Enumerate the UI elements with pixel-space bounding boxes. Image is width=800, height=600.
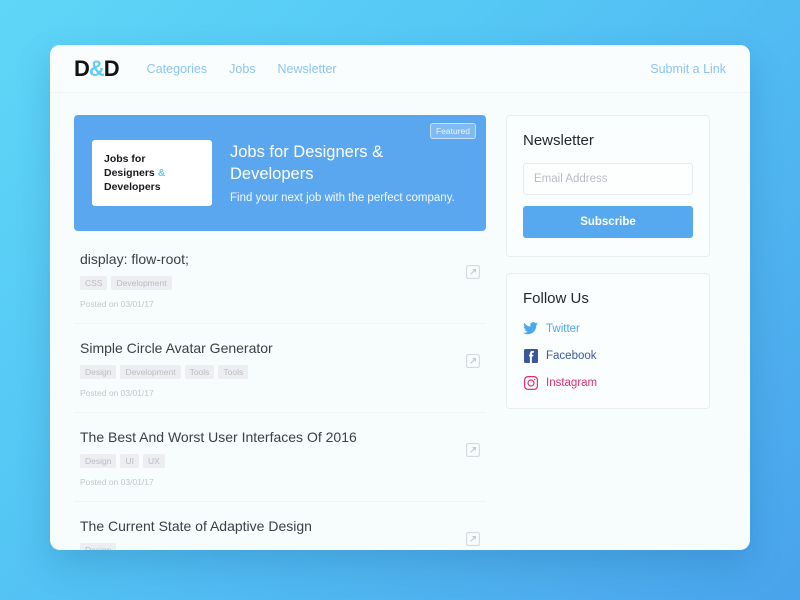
post-external-link-button[interactable] <box>460 340 486 368</box>
logo-ampersand: & <box>88 55 105 81</box>
logo-letter-first: D <box>74 55 90 81</box>
post-tags: Design <box>80 542 460 550</box>
post-tags: CSS Development <box>80 275 460 290</box>
submit-a-link-button[interactable]: Submit a Link <box>650 62 726 76</box>
newsletter-title: Newsletter <box>523 132 594 149</box>
main-column: Featured Jobs for Designers & Developers… <box>74 115 486 550</box>
tag[interactable]: Development <box>120 364 181 379</box>
tag[interactable]: Design <box>80 364 117 379</box>
social-label-instagram: Instagram <box>546 376 598 389</box>
list-item[interactable]: display: flow-root; CSS Development Post… <box>74 235 486 324</box>
follow-us-widget: Follow Us Twitter Facebook Instagram <box>506 273 710 409</box>
post-date: Posted on 03/01/17 <box>80 298 154 309</box>
main-nav: Categories Jobs Newsletter <box>147 62 337 76</box>
subscribe-button[interactable]: Subscribe <box>523 206 693 238</box>
tag[interactable]: Design <box>80 453 117 468</box>
social-link-facebook[interactable]: Facebook <box>523 348 693 363</box>
thumbnail-line-2: Designers & <box>104 166 212 180</box>
featured-text-block: Jobs for Designers & Developers Find you… <box>212 142 455 203</box>
twitter-icon <box>523 321 538 336</box>
list-item[interactable]: The Current State of Adaptive Design Des… <box>74 502 486 550</box>
tag[interactable]: Tools <box>218 364 249 379</box>
site-header: D&D Categories Jobs Newsletter Submit a … <box>50 45 750 93</box>
thumbnail-line-1: Jobs for <box>104 152 146 165</box>
post-content: The Best And Worst User Interfaces Of 20… <box>74 429 460 487</box>
post-date: Posted on 03/01/17 <box>80 387 154 398</box>
external-link-icon <box>466 532 480 546</box>
list-item[interactable]: Simple Circle Avatar Generator Design De… <box>74 324 486 413</box>
featured-banner[interactable]: Featured Jobs for Designers & Developers… <box>74 115 486 231</box>
thumbnail-line-2-text: Designers <box>104 166 158 179</box>
newsletter-widget: Newsletter Subscribe <box>506 115 710 257</box>
thumbnail-ampersand: & <box>157 166 166 179</box>
email-field[interactable] <box>523 163 693 195</box>
post-title[interactable]: Simple Circle Avatar Generator <box>80 340 460 357</box>
nav-item-jobs[interactable]: Jobs <box>229 62 255 76</box>
post-external-link-button[interactable] <box>460 429 486 457</box>
page-content: Featured Jobs for Designers & Developers… <box>50 93 750 550</box>
post-title[interactable]: The Current State of Adaptive Design <box>80 518 460 535</box>
featured-badge: Featured <box>429 123 476 139</box>
post-external-link-button[interactable] <box>460 518 486 546</box>
app-window: D&D Categories Jobs Newsletter Submit a … <box>50 45 750 550</box>
post-date: Posted on 03/01/17 <box>80 476 154 487</box>
list-item[interactable]: The Best And Worst User Interfaces Of 20… <box>74 413 486 502</box>
tag[interactable]: Design <box>80 542 117 550</box>
post-content: display: flow-root; CSS Development Post… <box>74 251 460 309</box>
post-content: Simple Circle Avatar Generator Design De… <box>74 340 460 398</box>
post-content: The Current State of Adaptive Design Des… <box>74 518 460 550</box>
tag[interactable]: Tools <box>184 364 215 379</box>
logo-letter-second: D <box>103 55 120 81</box>
post-title[interactable]: The Best And Worst User Interfaces Of 20… <box>80 429 460 446</box>
thumbnail-line-3: Developers <box>104 181 161 194</box>
social-link-twitter[interactable]: Twitter <box>523 321 693 336</box>
post-list: display: flow-root; CSS Development Post… <box>74 235 486 550</box>
post-title[interactable]: display: flow-root; <box>80 251 460 268</box>
submit-link-container: Submit a Link <box>650 60 726 78</box>
site-logo[interactable]: D&D <box>74 55 120 81</box>
social-link-instagram[interactable]: Instagram <box>523 375 693 390</box>
instagram-icon <box>523 375 538 390</box>
featured-subtitle: Find your next job with the perfect comp… <box>230 191 455 204</box>
tag[interactable]: Development <box>111 275 172 290</box>
post-tags: Design Development Tools Tools <box>80 364 460 379</box>
social-label-twitter: Twitter <box>546 322 580 335</box>
nav-item-newsletter[interactable]: Newsletter <box>278 62 337 76</box>
facebook-icon <box>523 348 538 363</box>
featured-thumbnail: Jobs for Designers & Developers <box>92 140 212 206</box>
follow-us-title: Follow Us <box>523 290 589 307</box>
tag[interactable]: UI <box>120 453 139 468</box>
external-link-icon <box>466 354 480 368</box>
tag[interactable]: UX <box>142 453 165 468</box>
post-external-link-button[interactable] <box>460 251 486 279</box>
nav-item-categories[interactable]: Categories <box>147 62 207 76</box>
tag[interactable]: CSS <box>80 275 108 290</box>
external-link-icon <box>466 443 480 457</box>
social-label-facebook: Facebook <box>546 349 597 362</box>
post-tags: Design UI UX <box>80 453 460 468</box>
external-link-icon <box>466 265 480 279</box>
featured-title: Jobs for Designers & Developers <box>230 143 384 183</box>
sidebar: Newsletter Subscribe Follow Us Twitter <box>506 115 710 550</box>
